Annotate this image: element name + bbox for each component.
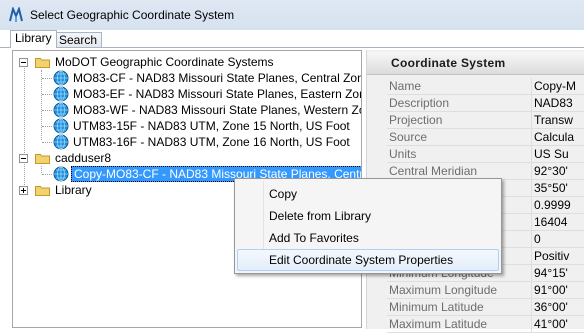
tab-strip: Library Search	[0, 30, 584, 48]
tab-divider	[0, 47, 584, 48]
tree-folder-modot[interactable]: MoDOT Geographic Coordinate Systems	[13, 54, 361, 70]
tree-folder-label: Library	[55, 183, 92, 197]
menu-item-label: Edit Coordinate System Properties	[269, 253, 454, 267]
tree-connector	[42, 94, 52, 95]
menu-item-label: Add To Favorites	[269, 231, 359, 245]
property-row[interactable]: Maximum Latitude 41°00'	[387, 316, 584, 333]
property-row[interactable]: Maximum Longitude 91°00'	[387, 282, 584, 299]
property-value: 36°00'	[531, 299, 584, 315]
dialog-window: Select Geographic Coordinate System Libr…	[0, 0, 584, 333]
folder-icon	[35, 186, 50, 196]
globe-icon	[53, 118, 69, 134]
menu-item-add-to-favorites[interactable]: Add To Favorites	[237, 227, 499, 249]
tree-item[interactable]: MO83-WF - NAD83 Missouri State Planes, W…	[13, 102, 361, 118]
tree-item[interactable]: UTM83-15F - NAD83 UTM, Zone 15 North, US…	[13, 118, 361, 134]
property-name: Maximum Longitude	[389, 283, 498, 297]
property-value: 91°00'	[531, 282, 584, 298]
tree-item-label: MO83-CF - NAD83 Missouri State Planes, C…	[73, 71, 362, 85]
tree-connector	[42, 110, 52, 111]
property-value: US Su	[531, 146, 584, 162]
title-bar[interactable]: Select Geographic Coordinate System	[0, 0, 584, 31]
tab-library[interactable]: Library	[10, 30, 57, 48]
property-value: Transw	[531, 112, 584, 128]
folder-icon	[35, 154, 50, 164]
property-value: Positiv	[531, 248, 584, 264]
menu-item-copy[interactable]: Copy	[237, 183, 499, 205]
property-row[interactable]: Name Copy-M	[387, 78, 584, 95]
app-icon	[9, 7, 23, 22]
property-value: 35°50'	[531, 180, 584, 196]
tree-connector	[42, 126, 52, 127]
property-value: 41°00'	[531, 316, 584, 332]
tree-folder-label: cadduser8	[55, 151, 112, 165]
menu-item-label: Copy	[269, 187, 298, 201]
property-name: Source	[389, 130, 428, 144]
property-value: Copy-M	[531, 78, 584, 94]
globe-icon	[53, 86, 69, 102]
tab-search[interactable]: Search	[54, 32, 103, 48]
property-value: 0	[531, 231, 584, 247]
property-name: Name	[389, 79, 422, 93]
menu-item-edit-properties[interactable]: Edit Coordinate System Properties	[237, 249, 499, 271]
tree-connector	[42, 174, 52, 175]
tree-folder-label: MoDOT Geographic Coordinate Systems	[55, 55, 274, 69]
property-row[interactable]: Source Calcula	[387, 129, 584, 146]
folder-icon	[35, 58, 50, 68]
tree-item-label: UTM83-16F - NAD83 UTM, Zone 16 North, US…	[73, 135, 350, 149]
tree-item[interactable]: UTM83-16F - NAD83 UTM, Zone 16 North, US…	[13, 134, 361, 150]
property-row[interactable]: Minimum Latitude 36°00'	[387, 299, 584, 316]
property-value: 16404	[531, 214, 584, 230]
properties-header: Coordinate System	[367, 52, 584, 75]
tree-item[interactable]: MO83-CF - NAD83 Missouri State Planes, C…	[13, 70, 361, 86]
window-title: Select Geographic Coordinate System	[30, 8, 235, 22]
tree-item-label: MO83-WF - NAD83 Missouri State Planes, W…	[73, 103, 361, 117]
property-name: Projection	[389, 113, 443, 127]
menu-item-delete-from-library[interactable]: Delete from Library	[237, 205, 499, 227]
property-name: Minimum Latitude	[389, 300, 484, 314]
tree-item-label: UTM83-15F - NAD83 UTM, Zone 15 North, US…	[73, 119, 350, 133]
context-menu: Copy Delete from Library Add To Favorite…	[234, 178, 502, 274]
collapse-toggle-icon[interactable]	[19, 58, 28, 67]
property-name: Units	[389, 147, 417, 161]
property-name: Description	[389, 96, 450, 110]
tree-item-label: MO83-EF - NAD83 Missouri State Planes, E…	[73, 87, 361, 101]
globe-icon	[53, 134, 69, 150]
globe-icon	[53, 166, 69, 182]
tree-folder-cadduser8[interactable]: cadduser8	[13, 150, 361, 166]
globe-icon	[53, 70, 69, 86]
expand-toggle-icon[interactable]	[19, 186, 28, 195]
property-value: 0.9999	[531, 197, 584, 213]
property-value: 92°30'	[531, 163, 584, 179]
menu-item-label: Delete from Library	[269, 209, 372, 223]
properties-header-title: Coordinate System	[391, 56, 506, 70]
property-value: Calcula	[531, 129, 584, 145]
tree-item[interactable]: MO83-EF - NAD83 Missouri State Planes, E…	[13, 86, 361, 102]
property-name: Central Meridian	[389, 164, 478, 178]
tree-connector	[42, 142, 52, 143]
property-value: 94°15'	[531, 265, 584, 281]
tree-connector	[42, 78, 52, 79]
globe-icon	[53, 102, 69, 118]
property-row[interactable]: Description NAD83	[387, 95, 584, 112]
property-value: NAD83	[531, 95, 584, 111]
collapse-toggle-icon[interactable]	[19, 154, 28, 163]
property-name: Maximum Latitude	[389, 317, 488, 331]
property-row[interactable]: Projection Transw	[387, 112, 584, 129]
property-row[interactable]: Units US Su	[387, 146, 584, 163]
